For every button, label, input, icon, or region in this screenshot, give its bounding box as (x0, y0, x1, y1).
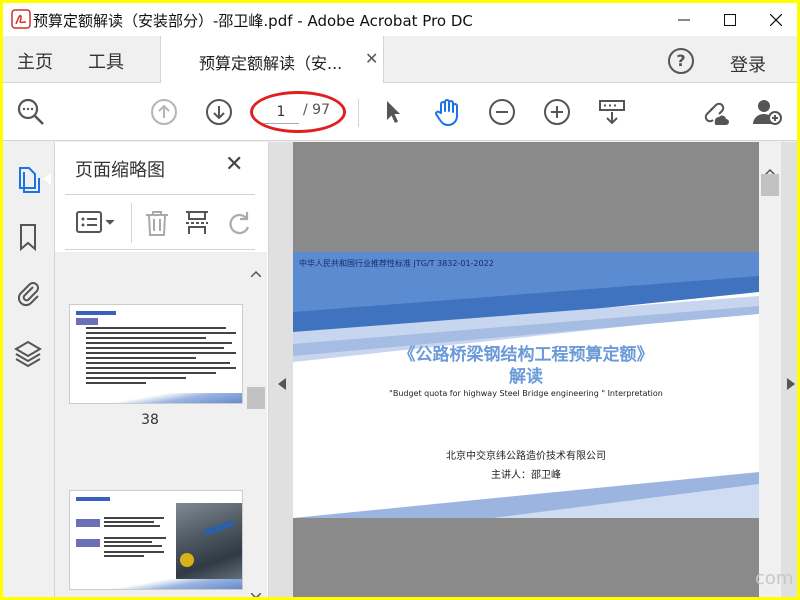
close-window-button[interactable] (753, 3, 797, 36)
select-cursor-icon[interactable] (377, 96, 409, 128)
scroll-mode-icon[interactable] (596, 96, 628, 128)
layers-icon[interactable] (13, 338, 43, 368)
extract-pages-icon[interactable] (183, 209, 211, 241)
minimize-button[interactable] (661, 3, 707, 36)
thumb-footer-band (70, 579, 242, 589)
close-tab-icon[interactable]: ✕ (365, 49, 378, 68)
login-button[interactable]: 登录 (730, 51, 766, 77)
attachments-icon[interactable] (13, 278, 43, 308)
title-bar: 预算定额解读（安装部分）-邵卫峰.pdf - Adobe Acrobat Pro… (3, 3, 797, 36)
previous-page-arrow-icon[interactable] (278, 378, 286, 390)
document-viewport: 中华人民共和国行业推荐性标准 JTG/T 3832-01-2022 《公路桥梁钢… (269, 142, 797, 597)
document-scroll-thumb[interactable] (761, 174, 779, 196)
close-panel-icon[interactable]: ✕ (225, 152, 243, 177)
hand-tool-icon[interactable] (431, 96, 463, 128)
left-rail (3, 142, 55, 597)
thumbnail-scroll-thumb[interactable] (247, 387, 265, 409)
thumb-text-block (86, 327, 236, 384)
acrobat-window: 预算定额解读（安装部分）-邵卫峰.pdf - Adobe Acrobat Pro… (3, 3, 797, 597)
slide-presenter: 主讲人：邵卫峰 (491, 470, 561, 481)
document-scrollbar[interactable] (759, 142, 781, 597)
thumb-photo-detail (180, 553, 194, 567)
thumbnail-toolbar (65, 194, 255, 250)
delete-page-icon[interactable] (143, 209, 171, 241)
thumbnail-panel: 页面缩略图 ✕ 38 (55, 142, 269, 597)
page-thumbnails-icon[interactable] (13, 164, 43, 194)
thumb-tag (76, 318, 98, 325)
previous-page-icon[interactable] (148, 96, 180, 128)
toolbar-divider (358, 99, 359, 127)
thumb-photo-detail (203, 520, 235, 536)
slide-standard-header: 中华人民共和国行业推荐性标准 JTG/T 3832-01-2022 (299, 259, 494, 268)
window-title: 预算定额解读（安装部分）-邵卫峰.pdf - Adobe Acrobat Pro… (33, 12, 473, 30)
thumbnail-scrollbar[interactable] (245, 252, 267, 597)
toolbar: 1 / 97 (3, 83, 797, 141)
thumbnail-toolbar-divider (131, 203, 132, 243)
next-page-icon[interactable] (203, 96, 235, 128)
add-user-icon[interactable] (751, 96, 783, 128)
acrobat-app-icon (11, 9, 31, 29)
tab-document-label: 预算定额解读（安... (199, 54, 343, 73)
rotate-icon[interactable] (225, 209, 249, 237)
scroll-down-icon[interactable] (250, 584, 262, 597)
thumb-tag (76, 539, 100, 547)
slide-english-title: "Budget quota for highway Steel Bridge e… (389, 389, 663, 398)
tab-document[interactable]: 预算定额解读（安... ✕ (160, 36, 384, 83)
zoom-out-icon[interactable] (486, 96, 518, 128)
slide-subtitle: 解读 (509, 367, 543, 387)
thumb-photo (176, 503, 242, 583)
zoom-in-icon[interactable] (541, 96, 573, 128)
active-panel-pointer (43, 173, 51, 185)
thumb-footer-band (70, 393, 242, 403)
slide-company: 北京中交京纬公路造价技术有限公司 (446, 451, 606, 462)
search-icon[interactable] (15, 96, 47, 128)
thumbnail-page[interactable] (69, 304, 243, 404)
watermark: com (755, 568, 794, 589)
tab-bar: 主页 工具 预算定额解读（安... ✕ ? 登录 (3, 36, 797, 83)
tab-tools[interactable]: 工具 (88, 48, 124, 74)
bookmarks-icon[interactable] (13, 222, 43, 252)
highlight-annotation (250, 91, 346, 133)
thumb-heading (76, 497, 110, 501)
share-link-icon[interactable] (697, 96, 729, 128)
tab-home[interactable]: 主页 (17, 48, 53, 74)
thumbnail-options-icon[interactable] (75, 209, 119, 239)
thumbnail-page-label: 38 (141, 412, 159, 428)
thumbnail-list: 38 (55, 252, 245, 597)
thumbnail-page[interactable] (69, 490, 243, 590)
thumb-tag (76, 519, 100, 527)
next-page-arrow-icon[interactable] (787, 378, 795, 390)
help-icon[interactable]: ? (668, 48, 694, 74)
scroll-up-icon[interactable] (250, 262, 262, 281)
thumb-text-block (104, 517, 166, 557)
pdf-slide: 中华人民共和国行业推荐性标准 JTG/T 3832-01-2022 《公路桥梁钢… (293, 252, 759, 518)
thumb-heading (76, 311, 116, 315)
thumbnail-panel-title: 页面缩略图 (75, 160, 165, 181)
maximize-button[interactable] (707, 3, 753, 36)
